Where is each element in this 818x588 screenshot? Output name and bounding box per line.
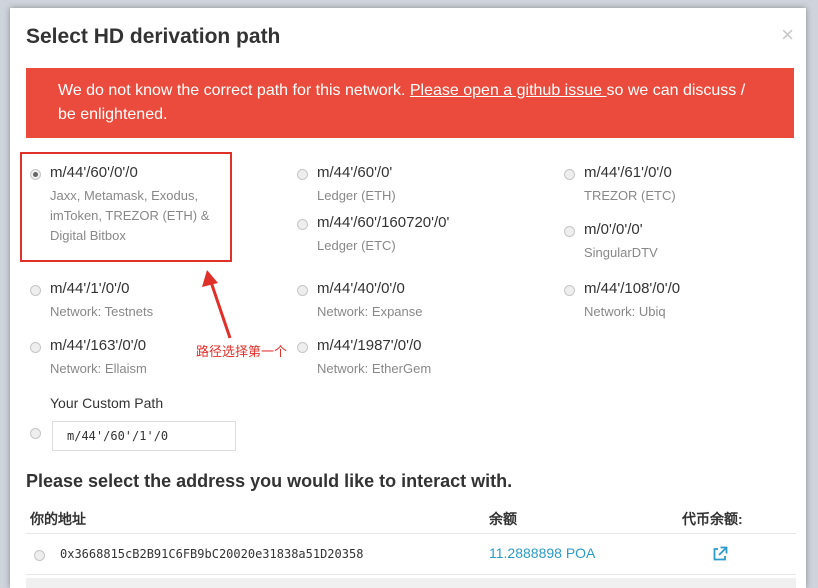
path-value: m/44'/108'/0'/0 [584,280,681,297]
annotation-text: 路径选择第一个 [196,344,288,359]
github-issue-link[interactable]: Please open a github issue [410,82,607,99]
path-radio[interactable] [297,342,308,353]
path-description: SingularDTV [584,245,658,260]
path-value: m/44'/61'/0'/0 [584,164,672,181]
warning-alert: We do not know the correct path for this… [26,68,794,138]
path-radio[interactable] [297,169,308,180]
close-icon[interactable]: × [781,22,794,48]
path-radio[interactable] [30,342,41,353]
address-value: 0x3668815cB2B91C6FB9bC20020e31838a51D203… [60,547,364,561]
external-link-icon[interactable] [712,546,728,562]
address-table-header: 你的地址 余额 代币余额: [26,503,796,534]
table-row[interactable]: 0x3668815cB2B91C6FB9bC20020e31838a51D203… [26,534,796,575]
path-description: Network: Ubiq [584,304,666,319]
path-value: m/44'/163'/0'/0 [50,337,147,354]
custom-path-radio[interactable] [30,428,41,439]
custom-path-input[interactable]: m/44'/60'/1'/0 [52,421,236,451]
alert-text-before: We do not know the correct path for this… [58,82,410,99]
path-radio[interactable] [564,226,575,237]
path-description: Network: EtherGem [317,361,432,376]
header-balance: 余额 [489,511,517,527]
modal-title: Select HD derivation path [26,25,281,48]
path-description: TREZOR (ETC) [584,188,676,203]
address-table: 你的地址 余额 代币余额: 0x3668815cB2B91C6FB9bC2002… [26,503,796,575]
path-value: m/44'/40'/0'/0 [317,280,405,297]
balance-value: 11.2888898 POA [489,545,596,561]
path-value: m/0'/0'/0' [584,221,643,238]
path-radio[interactable] [297,219,308,230]
path-value: m/44'/60'/160720'/0' [317,214,450,231]
path-radio[interactable] [297,285,308,296]
path-description: Ledger (ETH) [317,188,396,203]
custom-path-label: Your Custom Path [50,395,164,411]
path-radio[interactable] [30,285,41,296]
path-value: m/44'/1987'/0'/0 [317,337,422,354]
path-value: m/44'/60'/0' [317,164,393,181]
address-section-title: Please select the address you would like… [26,471,513,491]
bottom-divider [26,578,796,588]
path-value: m/44'/1'/0'/0 [50,280,130,297]
address-radio[interactable] [34,550,45,561]
path-radio[interactable] [564,285,575,296]
annotation-arrow-icon [202,270,232,339]
path-radio[interactable] [564,169,575,180]
path-description: Network: Expanse [317,304,423,319]
path-description: Network: Ellaism [50,361,147,376]
derivation-path-modal: Select HD derivation path × We do not kn… [10,8,806,588]
header-address: 你的地址 [30,511,86,527]
header-token-balance: 代币余额: [682,511,743,527]
annotation-highlight-box [20,152,232,262]
path-description: Ledger (ETC) [317,238,396,253]
